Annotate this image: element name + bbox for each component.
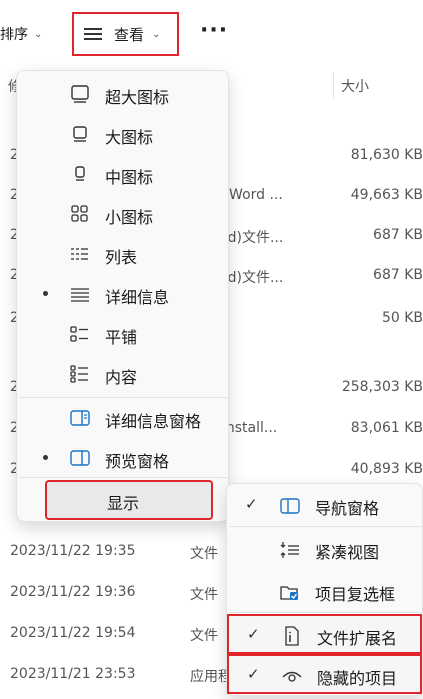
file-type: 文件 [190, 628, 218, 644]
file-type: 文件 [190, 546, 218, 562]
submenu-item-label: 紧凑视图 [315, 543, 380, 562]
content-icon [69, 364, 91, 384]
small-grid-icon [69, 204, 91, 224]
column-header-size[interactable]: 大小 [341, 76, 369, 96]
file-size: 83,061 KB [350, 420, 423, 436]
submenu-item-label: 隐藏的项目 [317, 669, 398, 688]
menu-item-list[interactable]: 列表 [17, 235, 228, 273]
submenu-item-compact-view[interactable]: 紧凑视图 [227, 530, 422, 570]
menu-item-small-icons[interactable]: 小图标 [17, 195, 228, 233]
menu-item-label: 大图标 [105, 128, 154, 147]
compact-view-icon [279, 540, 301, 560]
show-submenu: ✓ 导航窗格 紧凑视图 项目复选框 ✓ 文件扩展名 ✓ 隐藏的项目 [226, 483, 423, 696]
file-size: 258,303 KB [341, 379, 423, 395]
selected-bullet-icon [43, 455, 48, 460]
file-type: 文件 [190, 587, 218, 603]
menu-divider [229, 612, 422, 613]
file-date: 2023/11/22 19:36 [10, 584, 136, 600]
view-label: 查看 [114, 25, 145, 44]
file-size: 50 KB [381, 310, 423, 326]
chevron-down-icon: ⌄ [34, 28, 43, 40]
menu-item-label: 中图标 [105, 168, 154, 187]
menu-item-label: 显示 [107, 494, 140, 513]
menu-item-label: 超大图标 [105, 88, 170, 107]
menu-item-details[interactable]: 详细信息 [17, 275, 228, 313]
tiles-icon [69, 324, 91, 344]
submenu-item-file-extensions[interactable]: ✓ 文件扩展名 [227, 614, 422, 654]
item-checkbox-icon [279, 582, 301, 602]
checkmark-icon: ✓ [247, 665, 260, 683]
menu-divider [229, 526, 422, 527]
checkmark-icon: ✓ [247, 625, 260, 643]
file-size: 81,630 KB [350, 147, 423, 163]
file-extension-icon [281, 626, 303, 646]
selected-bullet-icon [43, 291, 48, 296]
monitor-xl-icon [69, 84, 91, 104]
menu-item-label: 详细信息窗格 [105, 412, 202, 431]
details-lines-icon [69, 284, 91, 304]
preview-pane-icon [69, 448, 91, 468]
more-options-button[interactable]: ··· [200, 20, 228, 42]
submenu-item-label: 文件扩展名 [317, 629, 398, 648]
sort-label: 排序 [0, 27, 28, 43]
list-icon [69, 244, 91, 264]
menu-item-label: 列表 [105, 248, 138, 267]
view-button[interactable]: 查看 ⌄ [72, 12, 179, 56]
submenu-item-label: 导航窗格 [315, 499, 380, 518]
submenu-item-navigation-pane[interactable]: ✓ 导航窗格 [227, 486, 422, 526]
view-lines-icon [84, 28, 102, 40]
menu-item-details-pane[interactable]: 详细信息窗格 [17, 399, 228, 437]
checkmark-icon: ✓ [245, 495, 258, 513]
chevron-down-icon: ⌄ [152, 28, 161, 40]
file-size: 49,663 KB [350, 187, 423, 203]
menu-divider [19, 397, 228, 398]
menu-item-label: 详细信息 [105, 288, 170, 307]
command-bar: 排序 ⌄ 查看 ⌄ ··· [0, 0, 423, 68]
nav-pane-icon [279, 496, 301, 516]
file-date: 2023/11/22 19:54 [10, 625, 136, 641]
file-size: 40,893 KB [350, 461, 423, 477]
column-divider[interactable] [333, 72, 334, 98]
monitor-medium-icon [69, 164, 91, 184]
hidden-items-icon [281, 666, 303, 686]
menu-item-show[interactable]: 显示 › [45, 480, 237, 520]
file-date: 2023/11/22 19:35 [10, 543, 136, 559]
menu-item-tiles[interactable]: 平铺 [17, 315, 228, 353]
sort-button[interactable]: 排序 ⌄ [0, 20, 42, 48]
menu-item-label: 小图标 [105, 208, 154, 227]
menu-item-label: 预览窗格 [105, 452, 170, 471]
monitor-large-icon [69, 124, 91, 144]
view-menu: 超大图标 大图标 中图标 小图标 列表 详细信息 平铺 内容 详细信息窗格 预览… [16, 70, 237, 522]
submenu-item-hidden-items[interactable]: ✓ 隐藏的项目 [227, 654, 422, 694]
file-size: 687 KB [373, 267, 423, 283]
menu-item-large-icons[interactable]: 大图标 [17, 115, 228, 153]
menu-item-label: 内容 [105, 368, 138, 387]
menu-item-content[interactable]: 内容 [17, 355, 228, 393]
menu-item-preview-pane[interactable]: 预览窗格 [17, 439, 228, 477]
file-size: 687 KB [373, 227, 423, 243]
file-date: 2023/11/21 23:53 [10, 666, 136, 682]
menu-item-medium-icons[interactable]: 中图标 [17, 155, 228, 193]
submenu-item-label: 项目复选框 [315, 585, 396, 604]
menu-item-extra-large-icons[interactable]: 超大图标 [17, 75, 228, 113]
menu-divider [19, 477, 228, 478]
submenu-item-item-checkboxes[interactable]: 项目复选框 [227, 572, 422, 612]
menu-item-label: 平铺 [105, 328, 138, 347]
details-pane-icon [69, 408, 91, 428]
